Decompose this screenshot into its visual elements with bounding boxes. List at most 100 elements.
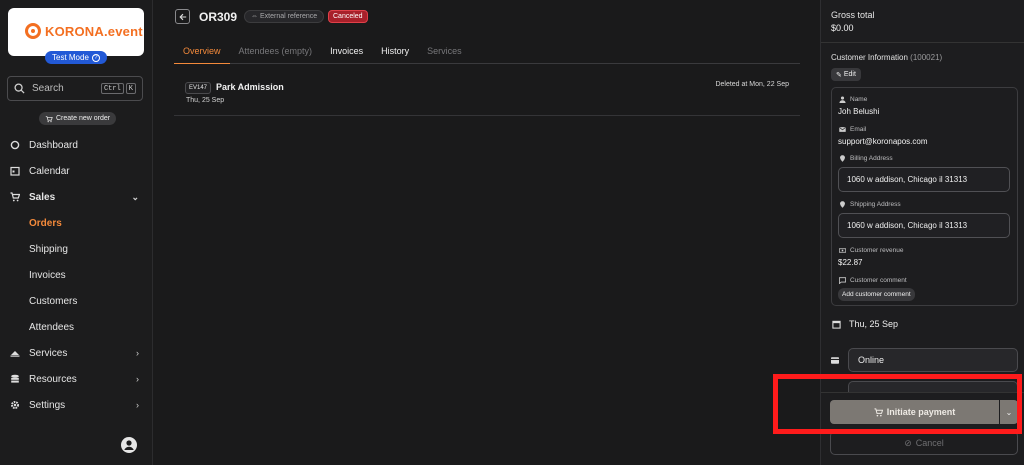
gear-icon: [11, 401, 19, 409]
logo-card[interactable]: KORONA.event: [8, 8, 144, 56]
test-mode-label: Test Mode: [52, 53, 89, 62]
comment-icon: [839, 277, 846, 284]
customer-info-card: Name Joh Belushi Email support@koronapos…: [831, 87, 1018, 306]
customer-information-heading: Customer Information (100021): [831, 53, 942, 62]
status-badge: Canceled: [328, 10, 368, 23]
search-input[interactable]: Search Ctrl K: [7, 76, 143, 101]
calendar-icon: [10, 166, 20, 176]
sidebar-item-label: Calendar: [29, 165, 70, 177]
chevron-right-icon: ›: [136, 374, 139, 384]
chevron-down-icon: ⌄: [131, 192, 139, 202]
billing-label: Billing Address: [850, 155, 893, 162]
event-code-badge: EV147: [185, 82, 212, 94]
gross-total-value: $0.00: [831, 23, 854, 33]
customer-information-label: Customer Information: [831, 53, 908, 62]
dashboard-icon: [10, 140, 20, 150]
channel-select[interactable]: Online: [848, 348, 1018, 372]
page-title: OR309: [199, 10, 238, 24]
money-icon: [839, 248, 846, 253]
sidebar-item-label: Settings: [29, 399, 66, 411]
sidebar-item-attendees[interactable]: Attendees: [0, 314, 153, 340]
cart-icon: [10, 192, 20, 202]
revenue-label: Customer revenue: [850, 247, 904, 254]
person-icon: [839, 96, 846, 103]
arrow-left-icon: [178, 13, 186, 20]
search-placeholder: Search: [32, 83, 64, 94]
highlight-box: [773, 374, 1022, 434]
name-label: Name: [850, 96, 868, 103]
sidebar-item-services[interactable]: Services ›: [0, 340, 153, 366]
sidebar-item-resources[interactable]: Resources ›: [0, 366, 153, 392]
tab-services[interactable]: Services: [418, 38, 471, 64]
edit-label: Edit: [843, 71, 856, 78]
logo-text: KORONA.event: [45, 23, 143, 39]
customer-email: support@koronapos.com: [838, 137, 928, 146]
sidebar-item-calendar[interactable]: Calendar: [0, 158, 153, 184]
main-content: OR309 ⇔ External reference Canceled Over…: [153, 0, 820, 465]
sidebar-item-customers[interactable]: Customers: [0, 288, 153, 314]
sidebar-item-label: Attendees: [29, 321, 75, 333]
cancel-icon: ⊘: [904, 437, 912, 448]
order-item-row[interactable]: EV147 Park Admission Thu, 25 Sep Deleted…: [174, 73, 800, 116]
test-mode-badge[interactable]: Test Mode ?: [45, 51, 107, 64]
cancel-label: Cancel: [915, 438, 944, 448]
edit-customer-button[interactable]: ✎ Edit: [831, 68, 861, 81]
sidebar-item-settings[interactable]: Settings ›: [0, 392, 153, 418]
sidebar-item-orders[interactable]: Orders: [0, 210, 153, 236]
customer-revenue: $22.87: [838, 258, 863, 267]
revenue-field-label: Customer revenue: [839, 247, 903, 254]
help-icon: ?: [91, 53, 100, 62]
cart-plus-icon: [45, 115, 53, 122]
add-customer-comment-button[interactable]: Add customer comment: [838, 288, 915, 301]
create-new-order-label: Create new order: [56, 115, 111, 122]
event-date-row: Thu, 25 Sep: [832, 319, 898, 329]
sidebar-item-label: Orders: [29, 217, 62, 229]
external-reference-label: External reference: [260, 13, 318, 20]
location-pin-icon: [840, 155, 845, 162]
sidebar-item-label: Resources: [29, 373, 77, 385]
search-icon: [14, 83, 25, 94]
channel-row: Online: [831, 348, 1018, 372]
order-tabs: Overview Attendees (empty) Invoices Hist…: [174, 38, 800, 64]
billing-field-label: Billing Address: [839, 155, 893, 162]
shipping-label: Shipping Address: [850, 201, 901, 208]
shipping-address-field[interactable]: 1060 w addison, Chicago il 31313: [838, 213, 1010, 238]
logo-mark-icon: [25, 23, 41, 39]
shortcut-key-ctrl: Ctrl: [100, 83, 124, 94]
name-field-label: Name: [839, 96, 867, 103]
create-new-order-button[interactable]: Create new order: [39, 112, 117, 125]
services-icon: [10, 351, 20, 357]
deleted-status: Deleted at Mon, 22 Sep: [715, 81, 789, 88]
tab-overview[interactable]: Overview: [174, 38, 230, 64]
customer-name: Joh Belushi: [838, 107, 880, 116]
sidebar-item-label: Shipping: [29, 243, 68, 255]
customer-number: (100021): [910, 53, 943, 62]
email-label: Email: [850, 126, 867, 133]
sidebar-item-dashboard[interactable]: Dashboard: [0, 132, 153, 158]
location-pin-icon: [840, 201, 845, 208]
tab-history[interactable]: History: [372, 38, 418, 64]
back-button[interactable]: [175, 9, 190, 24]
cancel-order-button[interactable]: ⊘ Cancel: [830, 431, 1018, 455]
database-icon: [11, 374, 19, 383]
sidebar-item-label: Services: [29, 347, 68, 359]
event-name: Park Admission: [216, 82, 284, 92]
chevron-right-icon: ›: [136, 348, 139, 358]
sidebar-item-label: Customers: [29, 295, 78, 307]
user-avatar-icon[interactable]: [121, 437, 137, 453]
tab-invoices[interactable]: Invoices: [321, 38, 372, 64]
billing-address-field[interactable]: 1060 w addison, Chicago il 31313: [838, 167, 1010, 192]
search-shortcut: Ctrl K: [100, 83, 136, 94]
shortcut-key-k: K: [125, 83, 136, 94]
sidebar-item-sales[interactable]: Sales ⌄: [0, 184, 153, 210]
sidebar-item-label: Invoices: [29, 269, 66, 281]
sidebar-item-label: Dashboard: [29, 139, 78, 151]
external-reference-badge[interactable]: ⇔ External reference: [244, 10, 325, 23]
sidebar-nav: Dashboard Calendar Sales ⌄ Orders Shippi…: [0, 132, 153, 418]
comment-field-label: Customer comment: [839, 277, 907, 284]
mail-icon: [839, 127, 846, 132]
sidebar-item-invoices[interactable]: Invoices: [0, 262, 153, 288]
sidebar-item-shipping[interactable]: Shipping: [0, 236, 153, 262]
tab-attendees[interactable]: Attendees (empty): [230, 38, 322, 64]
divider: [821, 42, 1024, 43]
